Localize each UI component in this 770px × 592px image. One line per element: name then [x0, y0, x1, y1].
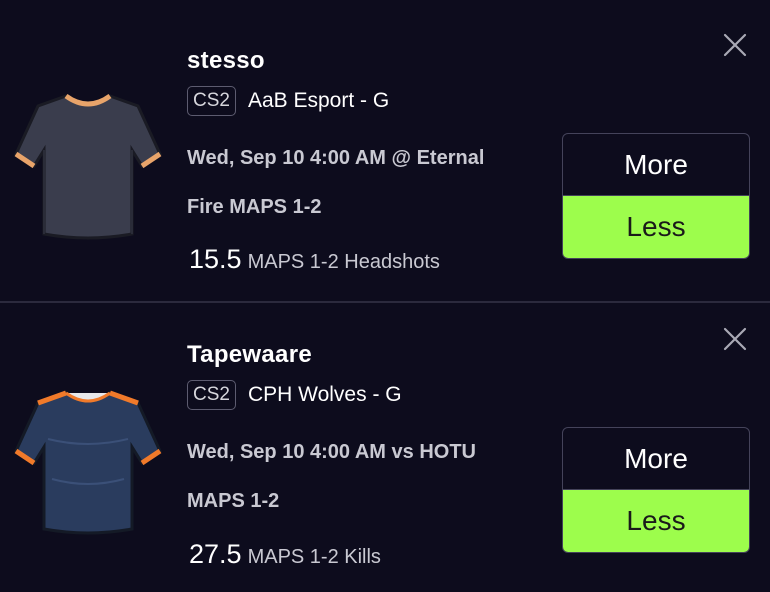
match-time: Wed, Sep 10 4:00 AM vs HOTU — [187, 441, 476, 463]
match-time: Wed, Sep 10 4:00 AM @ Eternal — [187, 147, 485, 169]
more-less-toggle: More Less — [562, 427, 750, 553]
stat-line: 27.5 MAPS 1-2 Kills — [189, 539, 381, 570]
stat-label: MAPS 1-2 Headshots — [247, 251, 440, 273]
game-badge: CS2 — [187, 86, 236, 116]
stat-label: MAPS 1-2 Kills — [247, 546, 381, 568]
player-name: Tapewaare — [187, 341, 312, 368]
more-button[interactable]: More — [563, 134, 749, 196]
team-name: CPH Wolves - G — [247, 383, 402, 406]
jersey-icon — [8, 379, 168, 539]
more-button[interactable]: More — [563, 428, 749, 490]
more-less-toggle: More Less — [562, 133, 750, 259]
match-scope: MAPS 1-2 — [187, 490, 280, 512]
player-name: stesso — [187, 47, 265, 74]
jersey-icon — [8, 84, 168, 244]
less-button[interactable]: Less — [563, 196, 749, 258]
pick-card: Tapewaare CS2 CPH Wolves - G Wed, Sep 10… — [0, 303, 770, 592]
pick-card: stesso CS2 AaB Esport - G Wed, Sep 10 4:… — [0, 0, 770, 302]
less-button[interactable]: Less — [563, 490, 749, 552]
team-name: AaB Esport - G — [247, 89, 390, 112]
stat-value: 27.5 — [189, 539, 242, 569]
close-icon[interactable] — [722, 326, 748, 352]
stat-line: 15.5 MAPS 1-2 Headshots — [189, 244, 440, 275]
team-row: CS2 CPH Wolves - G — [187, 379, 402, 411]
close-icon[interactable] — [722, 32, 748, 58]
match-scope: Fire MAPS 1-2 — [187, 196, 322, 218]
team-row: CS2 AaB Esport - G — [187, 85, 389, 117]
game-badge: CS2 — [187, 380, 236, 410]
stat-value: 15.5 — [189, 244, 242, 274]
